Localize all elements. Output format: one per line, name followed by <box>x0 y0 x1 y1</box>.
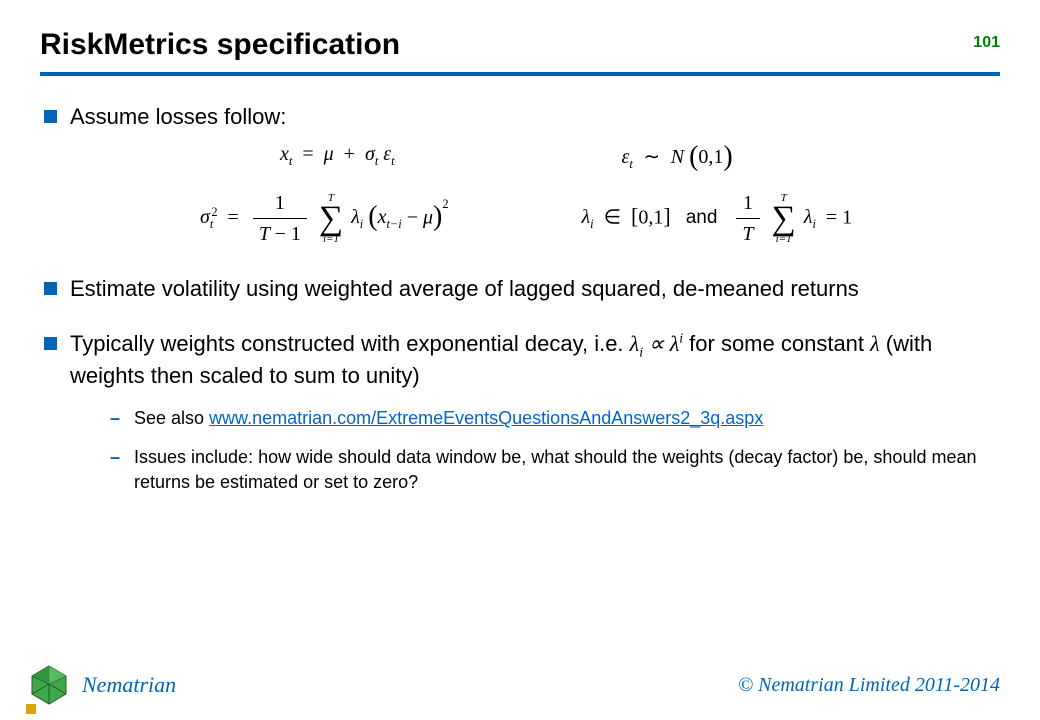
inline-math-2: λ <box>870 331 880 356</box>
bullet-3: Typically weights constructed with expon… <box>40 329 1000 495</box>
slide-number: 101 <box>973 34 1000 52</box>
equation-1-left: xt = μ + σt εt <box>70 141 582 169</box>
bullet-1-text: Assume losses follow: <box>70 104 286 129</box>
equation-row-2: σt2 = 1T − 1 T ∑ i=1 λi (xt−i − μ)2 <box>70 190 1000 248</box>
slide: RiskMetrics specification 101 Assume los… <box>0 0 1040 720</box>
bullet-2-text: Estimate volatility using weighted avera… <box>70 276 859 301</box>
bullet-1: Assume losses follow: xt = μ + σt εt εt <box>40 102 1000 248</box>
sub-bullet-2: Issues include: how wide should data win… <box>110 445 1000 495</box>
bullet-list: Assume losses follow: xt = μ + σt εt εt <box>40 102 1000 495</box>
copyright-text: © Nematrian Limited 2011-2014 <box>738 674 1000 697</box>
header-divider <box>40 72 1000 76</box>
equation-and: and <box>686 207 718 228</box>
bullet-2: Estimate volatility using weighted avera… <box>40 274 1000 303</box>
equation-2-left: σt2 = 1T − 1 T ∑ i=1 λi (xt−i − μ)2 <box>70 190 582 248</box>
bullet-3-text-pre: Typically weights constructed with expon… <box>70 331 630 356</box>
equation-block: xt = μ + σt εt εt ∼ N (0,1) <box>70 137 1000 248</box>
sub-bullet-1: See also www.nematrian.com/ExtremeEvents… <box>110 406 1000 431</box>
footer-inner: Nematrian © Nematrian Limited 2011-2014 <box>26 658 1000 712</box>
slide-header: RiskMetrics specification 101 <box>40 28 1000 76</box>
sub-bullet-2-text: Issues include: how wide should data win… <box>134 447 977 492</box>
equation-row-1: xt = μ + σt εt εt ∼ N (0,1) <box>70 137 1000 174</box>
inline-math-1: λi ∝ λi <box>630 331 683 356</box>
slide-title: RiskMetrics specification <box>40 28 1000 62</box>
brand-name: Nematrian <box>82 672 176 698</box>
slide-body: Assume losses follow: xt = μ + σt εt εt <box>40 76 1000 495</box>
sub-bullet-list: See also www.nematrian.com/ExtremeEvents… <box>70 406 1000 494</box>
reference-link[interactable]: www.nematrian.com/ExtremeEventsQuestions… <box>209 408 763 428</box>
bullet-3-text-mid: for some constant <box>683 331 870 356</box>
footer-marker-icon <box>26 704 36 714</box>
equation-1-right: εt ∼ N (0,1) <box>582 137 1001 174</box>
nematrian-logo-icon <box>26 664 72 706</box>
slide-footer: Nematrian © Nematrian Limited 2011-2014 <box>0 658 1040 720</box>
sub-bullet-1-pre: See also <box>134 408 209 428</box>
equation-2-right: λi ∈ [0,1] and 1T T ∑ i=1 λi = 1 <box>582 190 1001 248</box>
